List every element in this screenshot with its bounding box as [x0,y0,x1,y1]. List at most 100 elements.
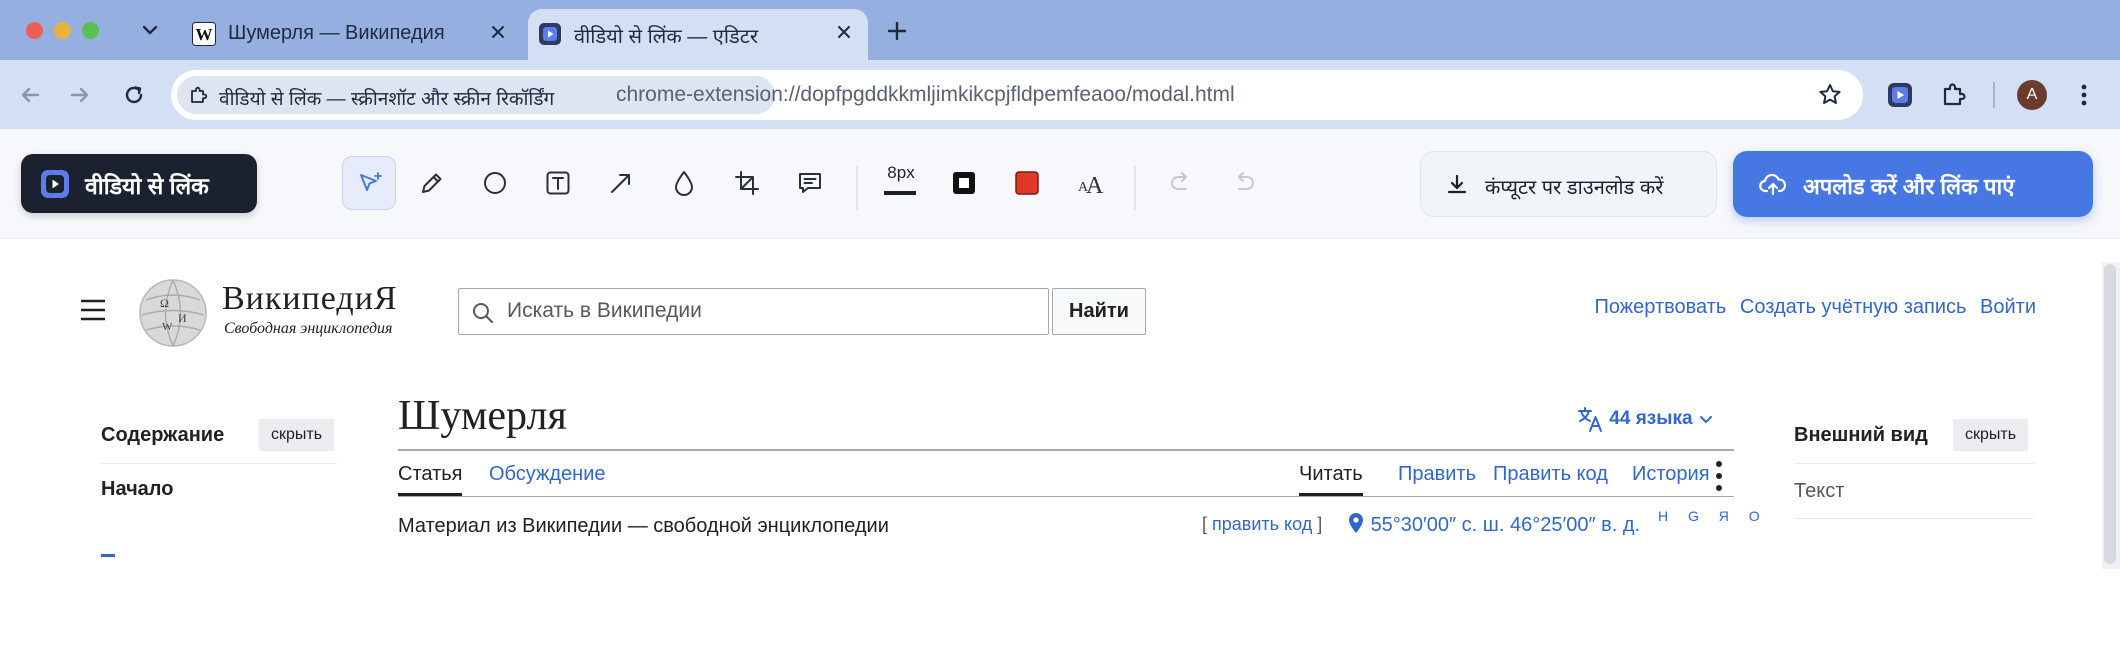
comment-icon [799,173,821,193]
undo-button[interactable] [1154,156,1208,210]
droplet-icon [675,171,693,196]
arrow-tool-button[interactable] [594,156,648,210]
extension-play-icon[interactable] [1886,81,1914,109]
svg-text:W: W [196,25,213,44]
download-to-computer-button[interactable]: कंप्यूटर पर डाउनलोड करें [1420,151,1717,217]
minimize-window-button[interactable] [54,22,71,39]
font-size-button[interactable]: AA [1063,156,1117,210]
maximize-window-button[interactable] [82,22,99,39]
donate-link[interactable]: Пожертвовать [1595,296,1727,318]
blur-tool-button[interactable] [657,156,711,210]
cursor-sparkle-icon [360,172,382,191]
crop-tool-button[interactable] [720,156,774,210]
stroke-size-label: 8px [887,163,915,182]
coordinates-link[interactable]: 55°30′00″ с. ш. 46°25′00″ в. д. [1347,512,1640,537]
reload-icon[interactable] [120,81,148,109]
tab-editor[interactable]: वीडियो से लिंक — एडिटर [528,9,868,60]
close-window-button[interactable] [26,22,43,39]
forward-arrow-icon[interactable] [66,81,94,109]
pencil-tool-button[interactable] [405,156,459,210]
appearance-hide-button[interactable]: скрыть [1953,419,2029,451]
more-actions-icon[interactable] [1714,459,1724,493]
stroke-size-line [884,191,916,195]
toolbar-divider [1993,82,1995,108]
map-service-links[interactable]: H G Я O [1658,508,1768,524]
fill-color-button[interactable] [1000,156,1054,210]
wiki-search-input[interactable] [507,297,1037,325]
svg-text:W: W [162,321,173,333]
language-count: 44 языка [1609,408,1693,430]
personal-links: Пожертвовать Создать учётную запись Войт… [1587,296,2037,319]
close-tab-icon[interactable] [488,22,508,42]
fill-color-swatch-icon [1015,171,1039,195]
tab-search-chevron-icon[interactable] [138,16,162,44]
appearance-text-section: Текст [1794,480,1845,502]
brand-badge[interactable]: वीडियो से लिंक [21,154,257,213]
browser-menu-icon[interactable] [2072,81,2096,109]
tab-article[interactable]: Статья [398,463,463,496]
toc-title: Содержание [101,424,225,446]
toolbar-divider [856,165,858,211]
toc-hide-button[interactable]: скрыть [259,419,335,451]
appearance-divider [1794,518,2034,519]
wiki-search-field[interactable] [458,288,1049,335]
tab-talk[interactable]: Обсуждение [489,463,606,486]
search-icon [473,303,493,323]
screenshot-canvas[interactable]: Ω И W ВикипедиЯ Свободная энциклопедия Н… [14,262,2106,569]
editor-toolbar: वीडियो से लिंक 8px AA कंप्यूटर पर डाउनलो… [0,129,2120,239]
stroke-color-button[interactable] [937,156,991,210]
back-arrow-icon[interactable] [16,81,44,109]
toc-next-item-clipped [101,554,115,557]
select-tool-button[interactable] [342,156,396,210]
ellipse-tool-button[interactable] [468,156,522,210]
appearance-title: Внешний вид [1794,424,1928,446]
tab-edit[interactable]: Править [1398,463,1476,486]
coordinates-text: 55°30′00″ с. ш. 46°25′00″ в. д. [1370,514,1641,536]
main-menu-icon[interactable] [80,299,106,321]
comment-tool-button[interactable] [783,156,837,210]
tab-strip: W Шумерля — Википедия वीडियो से लिंक — ए… [0,0,2120,60]
redo-icon [1238,172,1254,190]
text-tool-button[interactable] [531,156,585,210]
crop-icon [735,171,759,195]
tab-wikipedia[interactable]: W Шумерля — Википедия [182,9,522,60]
language-button[interactable]: 44 языка [1576,405,1714,437]
upload-and-get-link-button[interactable]: अपलोड करें और लिंक पाएं [1733,151,2093,217]
tab-edit-source[interactable]: Править код [1493,463,1608,486]
url-text[interactable]: chrome-extension://dopfpgddkkmljimkikcpj… [616,83,1235,107]
undo-icon [1171,172,1187,190]
canvas-scrollbar-thumb[interactable] [2104,264,2116,564]
tab-title: Шумерля — Википедия [228,22,445,44]
site-chip-label: वीडियो से लिंक — स्क्रीनशॉट और स्क्रीन र… [219,89,555,110]
pencil-icon [422,173,442,193]
wikipedia-w-icon: W [192,22,216,46]
stroke-size-button[interactable]: 8px [876,159,926,209]
tabs-divider [398,496,1734,497]
new-tab-plus-icon[interactable] [884,18,910,44]
extension-puzzle-icon [189,85,209,105]
login-link[interactable]: Войти [1980,296,2036,318]
toc-item-start[interactable]: Начало [101,478,173,501]
browser-toolbar: वीडियो से लिंक — स्क्रीनशॉट और स्क्रीन र… [0,60,2120,129]
profile-avatar[interactable]: A [2017,80,2047,110]
edit-code-bracket: [ править код ] [1202,514,1323,534]
edit-code-link[interactable]: править код [1212,514,1312,534]
font-size-icon: AA [1078,173,1104,197]
extensions-puzzle-icon[interactable] [1940,81,1968,109]
arrow-icon [611,174,630,193]
wikipedia-wordmark: ВикипедиЯ [222,280,398,317]
tab-read[interactable]: Читать [1299,463,1363,496]
tab-history[interactable]: История [1632,463,1710,486]
circle-icon [484,172,506,194]
create-account-link[interactable]: Создать учётную запись [1740,296,1967,318]
chevron-down-icon [1699,416,1712,424]
wiki-search-button[interactable]: Найти [1052,288,1146,335]
wikipedia-globe-logo[interactable]: Ω И W [136,278,210,348]
svg-text:И: И [178,311,187,325]
redo-button[interactable] [1217,156,1271,210]
bookmark-star-icon[interactable] [1817,82,1843,108]
tab-title: वीडियो से लिंक — एडिटर [574,26,759,48]
close-tab-icon[interactable] [834,22,854,42]
address-bar[interactable]: वीडियो से लिंक — स्क्रीनशॉट और स्क्रीन र… [171,70,1863,120]
brand-label: वीडियो से लिंक [85,173,209,199]
